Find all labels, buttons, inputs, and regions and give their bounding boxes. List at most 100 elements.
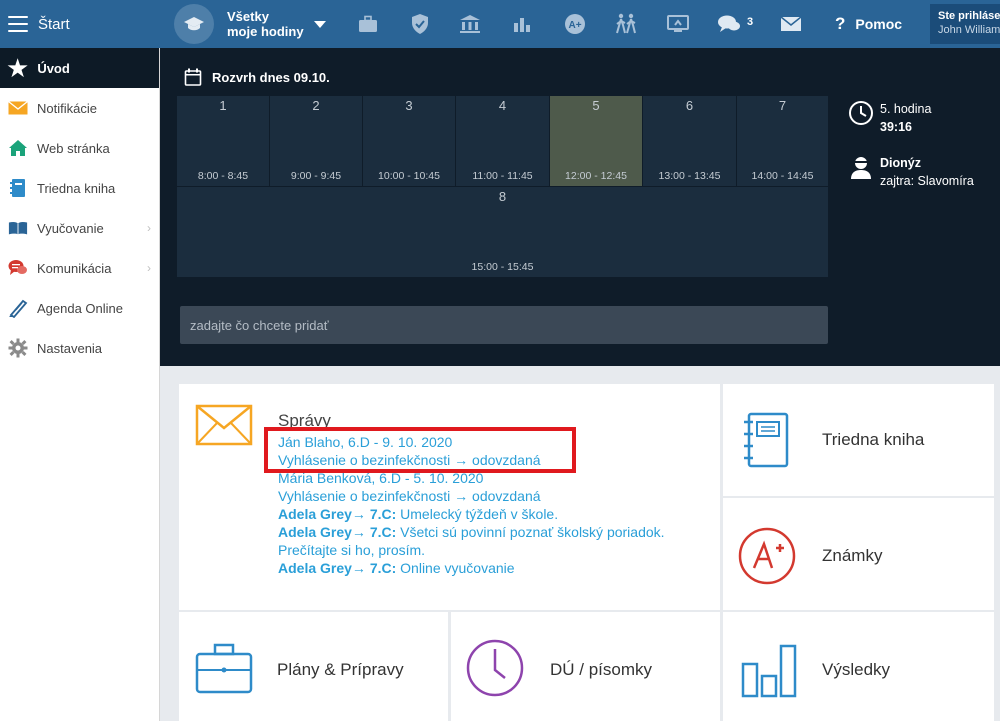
notice-text: Umelecký týždeň v škole. xyxy=(396,506,559,522)
help-label: Pomoc xyxy=(855,16,903,32)
notice-item[interactable]: Adela Grey→ 7.C: Online vyučovanie xyxy=(278,559,718,577)
sidebar-item-label: Notifikácie xyxy=(37,100,97,116)
calendar-icon xyxy=(184,68,202,86)
message-link[interactable]: Ján Blaho, 6.D - 9. 10. 2020 xyxy=(278,433,718,451)
plans-label: Plány & Prípravy xyxy=(277,660,404,679)
results-label: Výsledky xyxy=(822,660,891,679)
lesson-time: 15:00 - 15:45 xyxy=(471,261,534,273)
sidebar-item-communication[interactable]: Komunikácia › xyxy=(0,248,159,288)
hours-line1: Všetky xyxy=(227,9,269,24)
lesson-cell[interactable]: 8 15:00 - 15:45 xyxy=(177,186,828,277)
messages-list: Ján Blaho, 6.D - 9. 10. 2020 Vyhlásenie … xyxy=(278,433,718,577)
schedule-panel: Rozvrh dnes 09.10. 1 8:00 - 8:45 2 9:00 … xyxy=(160,48,1000,366)
messages-tile[interactable]: Správy Ján Blaho, 6.D - 9. 10. 2020 Vyhl… xyxy=(179,384,720,610)
gear-icon xyxy=(8,338,28,358)
sidebar-item-home[interactable]: ★ Úvod xyxy=(0,48,159,88)
pen-icon xyxy=(8,298,28,318)
lesson-time: 11:00 - 11:45 xyxy=(472,170,533,182)
lesson-cell[interactable]: 1 8:00 - 8:45 xyxy=(177,96,270,186)
students-walking-icon[interactable] xyxy=(613,12,639,36)
homework-label: DÚ / písomky xyxy=(550,660,653,679)
lesson-time: 14:00 - 14:45 xyxy=(751,170,814,182)
results-tile[interactable]: Výsledky xyxy=(723,612,994,721)
school-building-icon[interactable] xyxy=(458,12,482,36)
help-button[interactable]: ? Pomoc xyxy=(835,14,902,34)
plans-tile[interactable]: Plány & Prípravy xyxy=(179,612,448,721)
sidebar-item-class-book[interactable]: Triedna kniha xyxy=(0,168,159,208)
notice-item[interactable]: Adela Grey→ 7.C: Všetci sú povinní pozna… xyxy=(278,523,718,559)
star-icon: ★ xyxy=(6,53,30,83)
notice-sender: Adela Grey→ 7.C: xyxy=(278,506,397,522)
messages-title: Správy xyxy=(278,411,331,430)
message-link[interactable]: Vyhlásenie o bezinfekčnosti → odovzdaná xyxy=(278,487,718,505)
start-menu-button[interactable]: Štart xyxy=(0,0,160,48)
lesson-number: 5 xyxy=(592,98,600,113)
lesson-cell[interactable]: 3 10:00 - 10:45 xyxy=(363,96,456,186)
user-name: John Williams xyxy=(938,24,1000,36)
sidebar-item-label: Komunikácia xyxy=(37,260,112,276)
briefcase-icon xyxy=(195,642,253,699)
lesson-number: 6 xyxy=(685,98,694,113)
lesson-number: 4 xyxy=(498,98,507,113)
bar-chart-icon xyxy=(741,644,797,703)
sidebar-item-label: Web stránka xyxy=(37,140,110,156)
hours-selector[interactable]: Všetky moje hodiny xyxy=(174,4,326,44)
nameday-tomorrow: zajtra: Slavomíra xyxy=(880,174,974,188)
svg-text:A+: A+ xyxy=(568,20,581,31)
sidebar-item-notifications[interactable]: Notifikácie xyxy=(0,88,159,128)
schedule-grid: 1 8:00 - 8:45 2 9:00 - 9:45 3 10:00 - 10… xyxy=(177,96,828,277)
message-link[interactable]: Vyhlásenie o bezinfekčnosti → odovzdaná xyxy=(278,451,718,469)
schedule-title: Rozvrh dnes 09.10. xyxy=(184,68,330,86)
screen-share-icon[interactable] xyxy=(666,12,690,36)
briefcase-icon[interactable] xyxy=(357,12,379,36)
hamburger-icon xyxy=(8,16,28,32)
sidebar-item-website[interactable]: Web stránka xyxy=(0,128,159,168)
grade-badge-icon[interactable]: A+ xyxy=(563,12,587,36)
home-icon xyxy=(8,138,28,158)
bar-chart-icon[interactable] xyxy=(511,12,533,36)
user-account-box[interactable]: Ste prihlásený John Williams xyxy=(930,4,1000,44)
lesson-cell[interactable]: 7 14:00 - 14:45 xyxy=(737,96,828,186)
lesson-number: 8 xyxy=(498,189,507,204)
message-link[interactable]: Mária Benková, 6.D - 5. 10. 2020 xyxy=(278,469,718,487)
notebook-icon xyxy=(743,412,789,473)
envelope-icon xyxy=(195,404,253,451)
lesson-cell[interactable]: 2 9:00 - 9:45 xyxy=(270,96,363,186)
lesson-time: 12:00 - 12:45 xyxy=(565,170,627,182)
lesson-cell[interactable]: 6 13:00 - 13:45 xyxy=(643,96,737,186)
chevron-down-icon xyxy=(313,20,326,28)
lesson-cell-current[interactable]: 5 12:00 - 12:45 xyxy=(550,96,643,186)
lesson-number: 1 xyxy=(219,98,227,113)
class-book-tile[interactable]: Triedna kniha xyxy=(723,384,994,496)
homework-tile[interactable]: DÚ / písomky xyxy=(451,612,720,721)
lesson-number: 2 xyxy=(312,98,320,113)
notice-sender: Adela Grey→ 7.C: xyxy=(278,560,397,576)
sidebar-item-teaching[interactable]: Vyučovanie › xyxy=(0,208,159,248)
notice-item[interactable]: Adela Grey→ 7.C: Umelecký týždeň v škole… xyxy=(278,505,718,523)
chat-count-badge: 3 xyxy=(747,16,754,28)
lesson-cell[interactable]: 4 11:00 - 11:45 xyxy=(456,96,550,186)
lesson-time: 8:00 - 8:45 xyxy=(197,170,249,182)
envelope-icon[interactable] xyxy=(779,12,803,36)
lesson-time: 13:00 - 13:45 xyxy=(658,170,721,182)
question-icon: ? xyxy=(835,14,846,33)
start-label: Štart xyxy=(38,15,70,33)
current-lesson-info: 5. hodina 39:16 xyxy=(848,100,931,136)
lesson-time: 10:00 - 10:45 xyxy=(378,170,440,182)
chat-icon[interactable] xyxy=(716,12,742,36)
current-lesson-label: 5. hodina xyxy=(880,102,932,116)
chevron-right-icon: › xyxy=(147,221,151,235)
quick-add-input[interactable] xyxy=(180,306,828,344)
countdown: 39:16 xyxy=(880,120,912,134)
sidebar-item-settings[interactable]: Nastavenia xyxy=(0,328,159,368)
chevron-right-icon: › xyxy=(147,261,151,275)
grades-tile[interactable]: Známky xyxy=(723,498,994,610)
sidebar-item-agenda-online[interactable]: Agenda Online xyxy=(0,288,159,328)
shield-icon[interactable] xyxy=(409,12,431,36)
sidebar: ★ Úvod Notifikácie Web stránka Triedna k… xyxy=(0,48,160,721)
clock-icon xyxy=(465,638,525,703)
nameday-name: Dionýz xyxy=(880,156,921,170)
person-icon xyxy=(848,154,874,180)
grades-label: Známky xyxy=(822,546,883,565)
hours-line2: moje hodiny xyxy=(227,24,304,39)
